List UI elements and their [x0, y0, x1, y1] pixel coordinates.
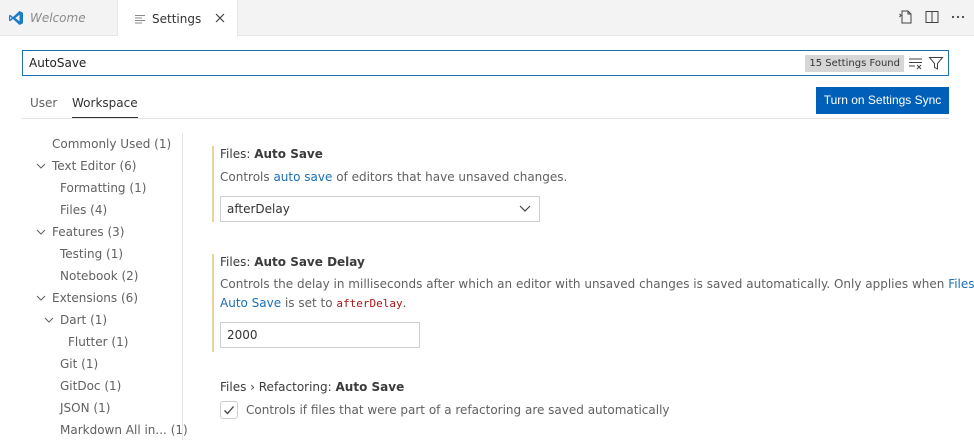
modified-indicator — [212, 254, 214, 352]
open-settings-json-icon[interactable] — [898, 9, 914, 25]
toc-item-git[interactable]: Git (1) — [60, 353, 98, 375]
setting-title: Files: Auto Save Delay — [220, 255, 365, 269]
toc-item-files[interactable]: Files (4) — [60, 199, 107, 221]
auto-save-link[interactable]: auto save — [273, 170, 332, 184]
editor-tab-bar: Welcome Settings — [0, 0, 974, 37]
files-link[interactable]: Files: — [948, 277, 974, 291]
settings-count-badge: 15 Settings Found — [805, 55, 904, 72]
setting-files-refactoring-auto-save: Files › Refactoring: Auto Save Controls … — [212, 379, 952, 429]
toc-item-extensions[interactable]: Extensions (6) — [36, 287, 138, 309]
toc-item-formatting[interactable]: Formatting (1) — [60, 177, 146, 199]
toc-item-commonly-used[interactable]: Commonly Used (1) — [52, 133, 171, 155]
refactoring-auto-save-checkbox[interactable] — [220, 401, 238, 419]
toc-item-json[interactable]: JSON (1) — [60, 397, 110, 419]
setting-title: Files › Refactoring: Auto Save — [220, 380, 405, 394]
modified-indicator — [212, 146, 214, 222]
auto-save-delay-input[interactable]: 2000 — [220, 322, 420, 348]
setting-files-auto-save-delay: Files: Auto Save Delay Controls the dela… — [212, 254, 974, 354]
tab-welcome-label: Welcome — [30, 11, 86, 25]
chevron-down-icon — [36, 163, 46, 169]
setting-description-line2: Auto Save is set to afterDelay. — [220, 296, 407, 310]
chevron-down-icon — [36, 229, 46, 235]
close-icon[interactable] — [213, 11, 227, 25]
turn-on-settings-sync-button[interactable]: Turn on Settings Sync — [816, 87, 949, 114]
tab-user[interactable]: User — [30, 90, 57, 118]
toc-item-gitdoc[interactable]: GitDoc (1) — [60, 375, 121, 397]
toc-item-flutter[interactable]: Flutter (1) — [68, 331, 128, 353]
split-editor-icon[interactable] — [924, 9, 940, 25]
setting-title: Files: Auto Save — [220, 147, 323, 161]
search-value: AutoSave — [29, 56, 87, 70]
auto-save-select[interactable]: afterDelay — [220, 196, 540, 222]
setting-description-line1: Controls the delay in milliseconds after… — [220, 275, 974, 294]
scope-divider — [22, 118, 949, 119]
toc-separator — [182, 133, 183, 440]
more-actions-icon[interactable] — [950, 9, 966, 25]
chevron-down-icon — [519, 205, 531, 212]
toc-item-dart[interactable]: Dart (1) — [44, 309, 107, 331]
toc-item-text-editor[interactable]: Text Editor (6) — [36, 155, 136, 177]
settings-search-input[interactable]: AutoSave 15 Settings Found — [22, 50, 949, 76]
toc-item-notebook[interactable]: Notebook (2) — [60, 265, 138, 287]
settings-editor-icon — [135, 14, 145, 23]
setting-description: Controls auto save of editors that have … — [220, 170, 568, 184]
clear-filter-icon[interactable] — [908, 57, 924, 70]
tab-welcome[interactable]: Welcome — [0, 0, 118, 36]
toc-item-testing[interactable]: Testing (1) — [60, 243, 123, 265]
toc-item-markdown-all-in-one[interactable]: Markdown All in... (1) — [60, 419, 188, 440]
setting-description: Controls if files that were part of a re… — [246, 403, 670, 417]
editor-actions — [898, 9, 966, 25]
check-icon — [224, 406, 234, 415]
auto-save-link[interactable]: Auto Save — [220, 296, 281, 310]
chevron-down-icon — [36, 295, 46, 301]
tab-settings-label: Settings — [152, 11, 202, 26]
toc-item-features[interactable]: Features (3) — [36, 221, 124, 243]
chevron-down-icon — [44, 317, 54, 323]
tab-workspace[interactable]: Workspace — [72, 90, 138, 118]
vscode-logo-icon — [9, 11, 23, 25]
filter-icon[interactable] — [928, 56, 944, 71]
setting-files-auto-save: Files: Auto Save Controls auto save of e… — [212, 146, 952, 226]
tab-settings[interactable]: Settings — [118, 0, 238, 37]
